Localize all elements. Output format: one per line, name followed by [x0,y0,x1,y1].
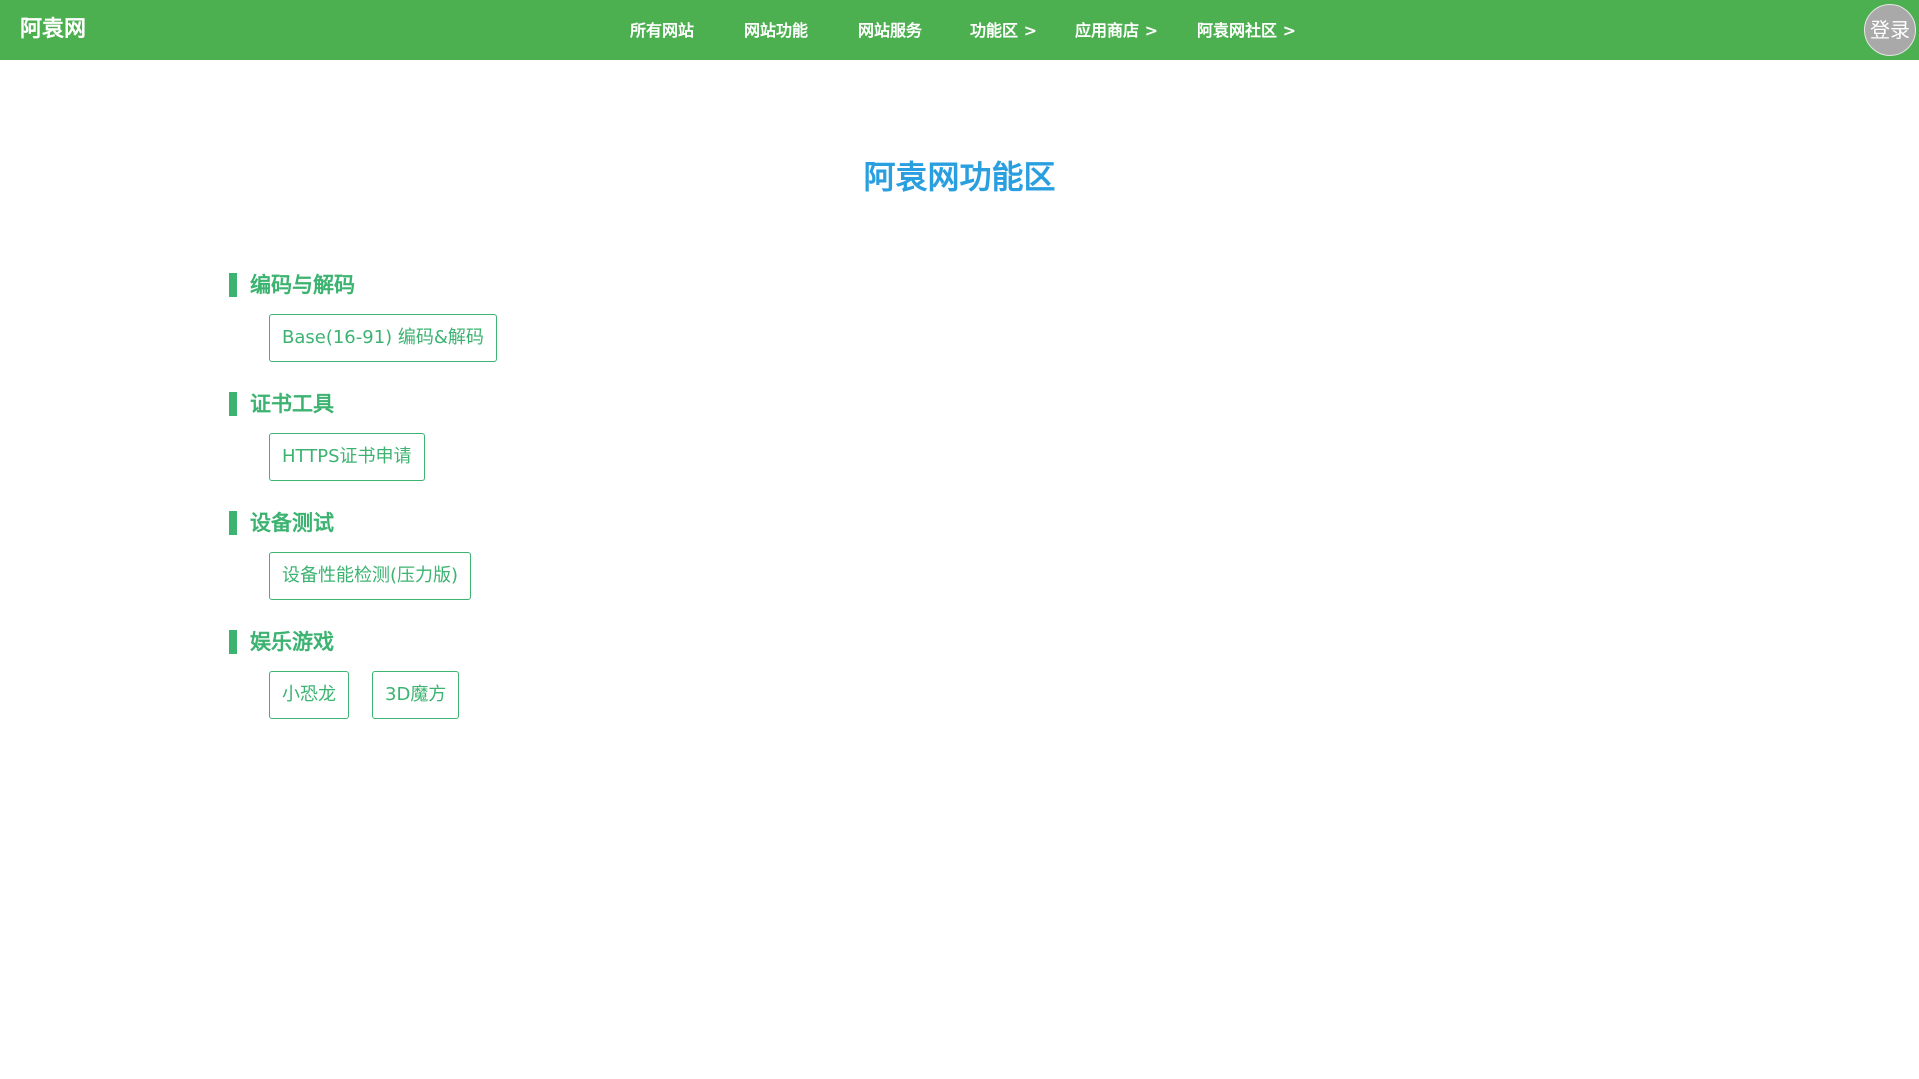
section-title-certificate: 证书工具 [250,392,334,416]
login-button[interactable]: 登录 [1864,4,1916,56]
section-marker [229,392,237,416]
nav-all-sites[interactable]: 所有网站 [630,20,694,42]
nav-app-store[interactable]: 应用商店 > [1075,20,1158,42]
page-title: 阿袁网功能区 [863,158,1056,196]
main-nav: 所有网站 网站功能 网站服务 功能区 > 应用商店 > 阿袁网社区 > [0,20,1919,42]
section-marker [229,630,237,654]
section-marker [229,511,237,535]
top-navbar: 阿袁网 所有网站 网站功能 网站服务 功能区 > 应用商店 > 阿袁网社区 > … [0,0,1919,60]
nav-site-features[interactable]: 网站功能 [744,20,808,42]
rubiks-cube-button[interactable]: 3D魔方 [372,671,460,719]
section-title-encoding: 编码与解码 [250,273,355,297]
nav-site-services[interactable]: 网站服务 [858,20,922,42]
section-marker [229,273,237,297]
device-performance-button[interactable]: 设备性能检测(压力版) [269,552,472,600]
nav-community[interactable]: 阿袁网社区 > [1197,20,1296,42]
https-certificate-button[interactable]: HTTPS证书申请 [269,433,425,481]
base-encode-decode-button[interactable]: Base(16-91) 编码&解码 [269,314,497,362]
section-title-device-test: 设备测试 [250,511,334,535]
section-title-games: 娱乐游戏 [250,630,334,654]
dino-game-button[interactable]: 小恐龙 [269,671,349,719]
nav-function-zone[interactable]: 功能区 > [970,20,1037,42]
